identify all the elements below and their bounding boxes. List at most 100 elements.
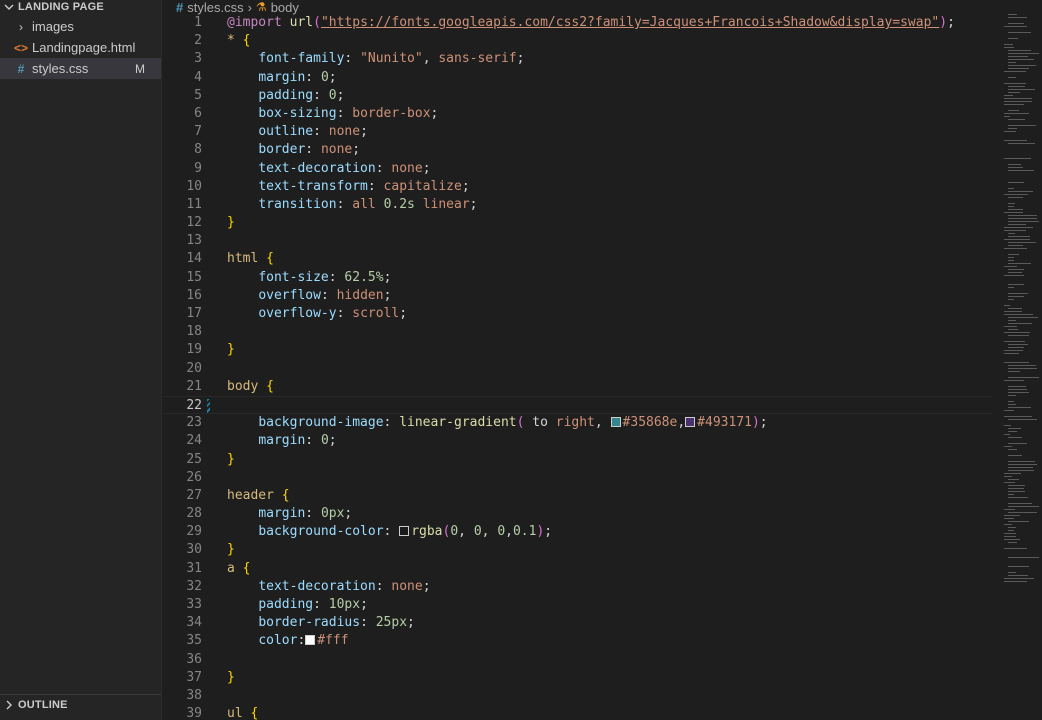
minimap-line [1008, 17, 1027, 18]
code-line[interactable]: 14 html { [163, 250, 993, 268]
code-line[interactable]: 28 margin: 0px; [163, 505, 993, 523]
code-text: text-decoration: none; [258, 160, 431, 176]
minimap-line [1004, 83, 1026, 84]
minimap-line [1004, 380, 1024, 381]
code-line[interactable]: 6 box-sizing: border-box; [163, 105, 993, 123]
code-line[interactable]: 10 text-transform: capitalize; [163, 178, 993, 196]
code-text: a { [227, 560, 251, 576]
minimap-line [1008, 347, 1024, 348]
code-line[interactable]: 24 margin: 0; [163, 432, 993, 450]
code-line[interactable]: 7 outline: none; [163, 123, 993, 141]
minimap[interactable] [998, 14, 1042, 614]
explorer-item-landingpage-html[interactable]: <> Landingpage.html [0, 37, 161, 58]
code-line[interactable]: 19} [163, 341, 993, 359]
code-text: padding: 0; [258, 87, 345, 103]
code-line[interactable]: 11 transition: all 0.2s linear; [163, 196, 993, 214]
code-line[interactable]: 9 text-decoration: none; [163, 160, 993, 178]
code-editor[interactable]: 1 @import url("https://fonts.googleapis.c… [163, 14, 993, 720]
minimap-line [1008, 377, 1039, 378]
minimap-line [1008, 209, 1023, 210]
code-text: } [227, 669, 235, 685]
code-line[interactable]: 39 ul { [163, 705, 993, 720]
code-line[interactable]: 25} [163, 451, 993, 469]
code-line[interactable]: 2 * { [163, 32, 993, 50]
minimap-line [1008, 443, 1027, 444]
code-line[interactable]: 22 [163, 395, 993, 415]
minimap-line [1004, 524, 1012, 525]
minimap-line [1008, 503, 1032, 504]
minimap-line [1004, 158, 1031, 159]
breadcrumb-file[interactable]: styles.css [187, 0, 243, 15]
minimap-line [1004, 248, 1027, 249]
explorer-item-images[interactable]: › images [0, 16, 161, 37]
line-number: 18 [186, 324, 202, 340]
code-line[interactable]: 3 font-family: "Nunito", sans-serif; [163, 50, 993, 68]
minimap-line [1008, 497, 1028, 498]
code-line[interactable]: 29 background-color: rgba(0, 0, 0,0.1); [163, 523, 993, 541]
minimap-line [1004, 71, 1026, 72]
outline-section-header[interactable]: OUTLINE [0, 694, 161, 715]
line-number: 23 [186, 415, 202, 431]
color-swatch[interactable] [399, 526, 410, 537]
minimap-line [1004, 446, 1012, 447]
code-line[interactable]: 31 a { [163, 560, 993, 578]
code-line[interactable]: 27 header { [163, 487, 993, 505]
explorer-section-header[interactable]: LANDING PAGE [0, 0, 161, 14]
minimap-line [1008, 221, 1039, 222]
minimap-line [1004, 353, 1019, 354]
code-line[interactable]: 30} [163, 541, 993, 559]
minimap-line [1008, 431, 1017, 432]
minimap-line [1008, 530, 1014, 531]
code-line[interactable]: 8 border: none; [163, 141, 993, 159]
color-swatch[interactable] [685, 417, 696, 428]
code-text: margin: 0; [258, 69, 337, 85]
minimap-line [1004, 536, 1016, 537]
minimap-line [1008, 203, 1015, 204]
line-number: 10 [186, 178, 202, 194]
minimap-line [1008, 56, 1028, 57]
code-line[interactable]: 34 border-radius: 25px; [163, 614, 993, 632]
code-line[interactable]: 33 padding: 10px; [163, 596, 993, 614]
code-line[interactable]: 32 text-decoration: none; [163, 578, 993, 596]
code-line[interactable]: 37} [163, 669, 993, 687]
minimap-line [1004, 533, 1016, 534]
minimap-line [1008, 494, 1014, 495]
minimap-line [1008, 542, 1017, 543]
minimap-line [1004, 581, 1027, 582]
minimap-line [1008, 512, 1037, 513]
color-swatch[interactable] [610, 417, 621, 428]
color-swatch[interactable] [305, 635, 316, 646]
line-number: 16 [186, 287, 202, 303]
code-line[interactable]: 17 overflow-y: scroll; [163, 305, 993, 323]
minimap-line [1008, 293, 1028, 294]
chevron-right-icon: › [19, 19, 23, 34]
minimap-line [1008, 449, 1017, 450]
line-number: 21 [186, 378, 202, 394]
code-line[interactable]: 20 [163, 360, 993, 378]
code-line[interactable]: 4 margin: 0; [163, 69, 993, 87]
code-text: * { [227, 33, 251, 49]
code-line[interactable]: 5 padding: 0; [163, 87, 993, 105]
breadcrumb-symbol[interactable]: body [271, 0, 299, 15]
code-line[interactable]: 1 @import url("https://fonts.googleapis.c… [163, 14, 993, 32]
line-number: 26 [186, 469, 202, 485]
line-number: 38 [186, 687, 202, 703]
code-line[interactable]: 38 [163, 687, 993, 705]
code-line[interactable]: 21 body { [163, 378, 993, 396]
line-number: 32 [186, 578, 202, 594]
code-line[interactable]: 16 overflow: hidden; [163, 287, 993, 305]
minimap-line [1008, 119, 1025, 120]
code-line[interactable]: 18 [163, 323, 993, 341]
code-line[interactable]: 13 [163, 232, 993, 250]
explorer-item-styles-css[interactable]: # styles.css M [0, 58, 161, 79]
code-line[interactable]: 12} [163, 214, 993, 232]
code-line[interactable]: 23 background-image: linear-gradient( to… [163, 414, 993, 432]
minimap-line [1008, 260, 1014, 261]
code-line[interactable]: 35 color: #fff [163, 632, 993, 650]
code-line[interactable]: 36 [163, 651, 993, 669]
line-number: 29 [186, 524, 202, 540]
code-line[interactable]: 15 font-size: 62.5%; [163, 269, 993, 287]
html-file-icon: <> [14, 40, 29, 55]
code-text: body { [227, 378, 274, 394]
code-line[interactable]: 26 [163, 469, 993, 487]
